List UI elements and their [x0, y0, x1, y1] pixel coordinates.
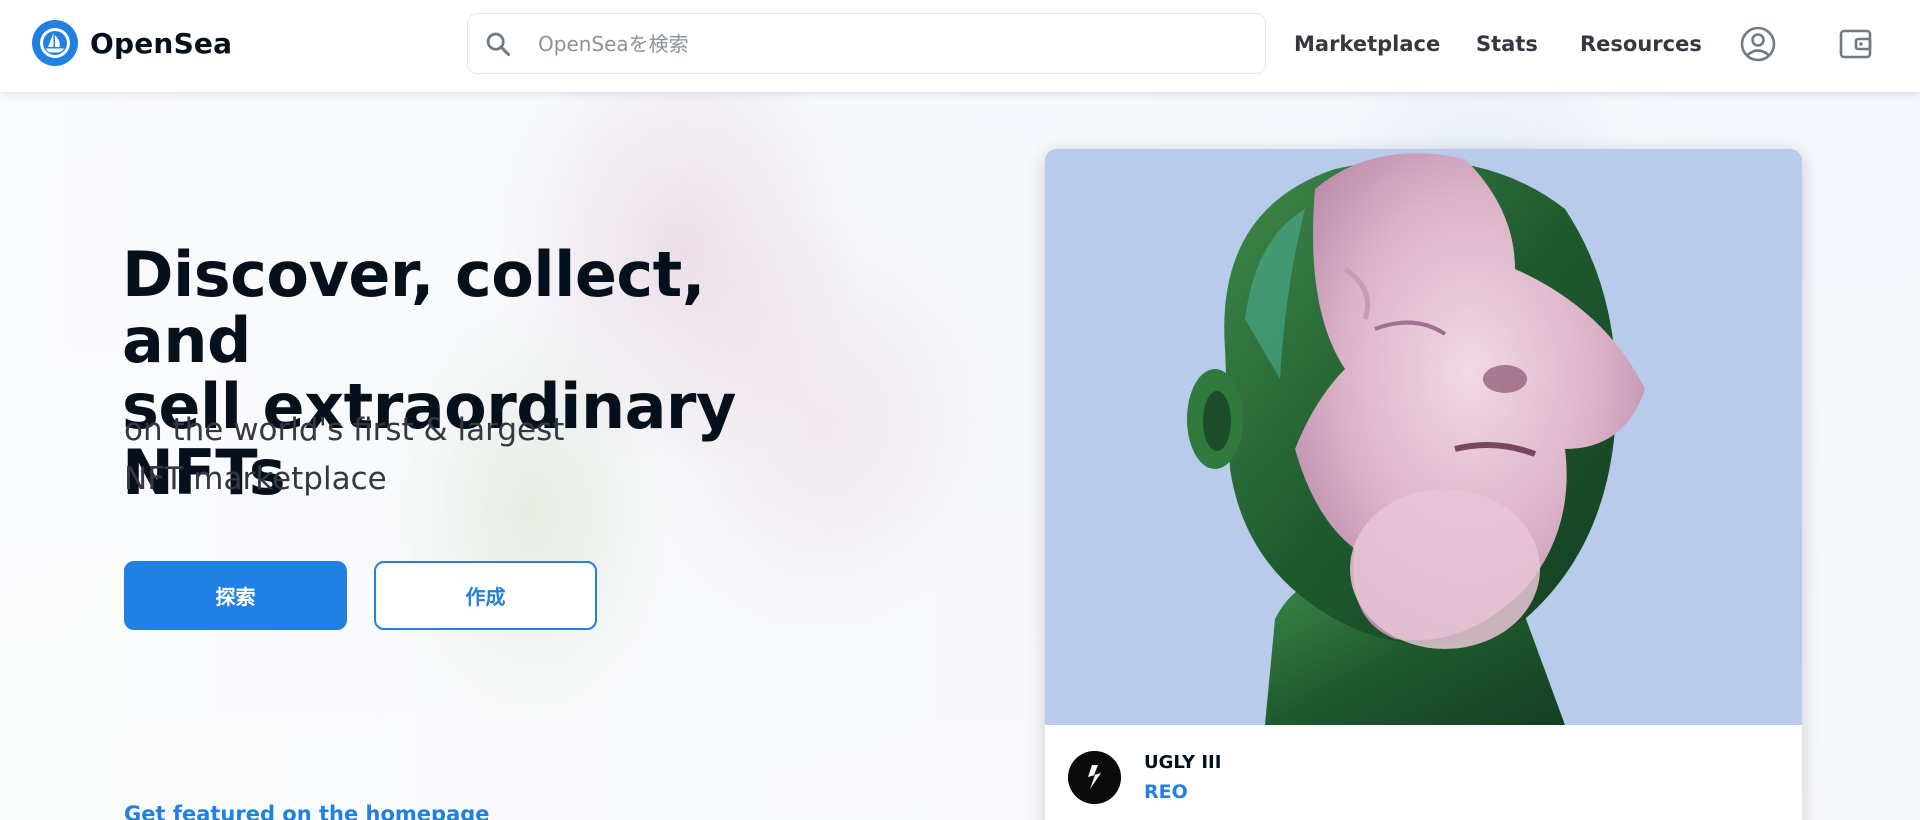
- account-circle-icon[interactable]: [1738, 24, 1778, 64]
- nft-artwork-image: [1045, 149, 1802, 725]
- nav-link-resources[interactable]: Resources: [1580, 28, 1702, 60]
- nft-name: UGLY III: [1144, 752, 1222, 773]
- get-featured-link[interactable]: Get featured on the homepage: [124, 802, 490, 820]
- top-navigation-bar: OpenSea Marketplace Stats Resources: [0, 0, 1920, 92]
- opensea-logo-link[interactable]: OpenSea: [32, 20, 232, 66]
- search-bar: [467, 13, 1266, 74]
- nft-card-footer: UGLY III REO: [1045, 725, 1802, 820]
- explore-button[interactable]: 探索: [124, 561, 347, 630]
- hero-title-line-1: Discover, collect, and: [122, 238, 705, 377]
- hero-section: Discover, collect, and sell extraordinar…: [0, 92, 1920, 820]
- search-icon: [486, 32, 511, 57]
- creator-avatar[interactable]: [1068, 751, 1121, 804]
- wallet-icon[interactable]: [1836, 24, 1876, 64]
- nft-artwork[interactable]: [1045, 149, 1802, 725]
- nft-creator-link[interactable]: REO: [1144, 781, 1188, 803]
- hero-subtitle-line-1: on the world's first & largest: [124, 412, 565, 448]
- nav-link-stats[interactable]: Stats: [1476, 28, 1538, 60]
- search-input[interactable]: [538, 14, 1248, 73]
- nav-link-marketplace[interactable]: Marketplace: [1294, 28, 1440, 60]
- hero-subtitle: on the world's first & largest NFT marke…: [124, 406, 584, 504]
- hero-subtitle-line-2: NFT marketplace: [124, 461, 387, 497]
- opensea-logo-icon: [32, 20, 78, 66]
- creator-avatar-image: [1068, 751, 1121, 804]
- create-button[interactable]: 作成: [374, 561, 597, 630]
- brand-name: OpenSea: [90, 26, 233, 60]
- featured-nft-card[interactable]: UGLY III REO: [1045, 149, 1802, 820]
